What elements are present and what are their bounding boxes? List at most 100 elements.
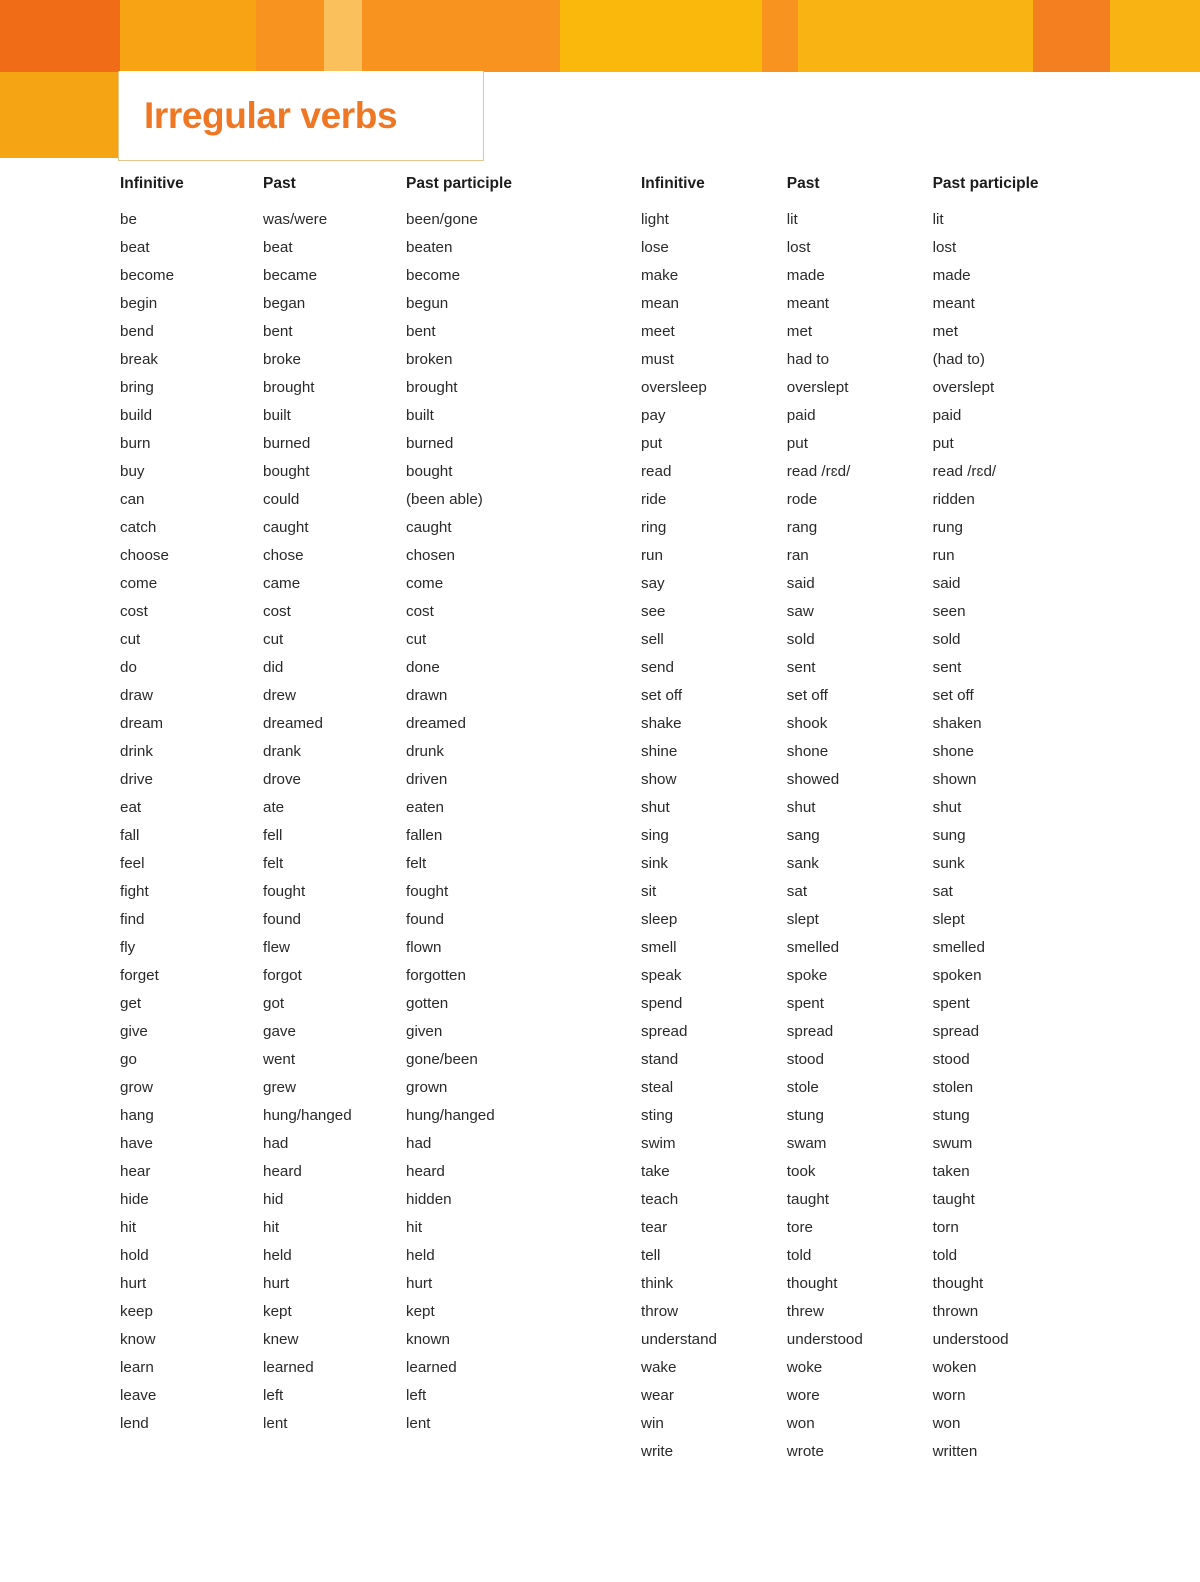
cell-infinitive: lose bbox=[641, 239, 669, 257]
cell-past-participle: become bbox=[406, 267, 461, 285]
cell-infinitive: leave bbox=[120, 1387, 157, 1405]
cell-past-participle: smelled bbox=[932, 939, 985, 957]
cell-past-participle: set off bbox=[932, 687, 974, 705]
cell-infinitive: sing bbox=[641, 827, 669, 845]
verbs-table-right: Infinitive Past Past participle light lit… bbox=[641, 175, 1161, 1466]
cell-infinitive: make bbox=[641, 267, 679, 285]
table-row: begin began begun bbox=[120, 290, 630, 318]
table-row: write wrote written bbox=[641, 1438, 1161, 1466]
table-row: know knew known bbox=[120, 1326, 630, 1354]
table-row: burn burned burned bbox=[120, 430, 630, 458]
table-row: shut shut shut bbox=[641, 794, 1161, 822]
cell-infinitive: show bbox=[641, 771, 677, 789]
cell-infinitive: run bbox=[641, 547, 663, 565]
cell-infinitive: feel bbox=[120, 855, 145, 873]
cell-infinitive: become bbox=[120, 267, 175, 285]
table-row: become became become bbox=[120, 262, 630, 290]
cell-past: grew bbox=[263, 1079, 296, 1097]
cell-infinitive: sell bbox=[641, 631, 664, 649]
banner-stripe bbox=[256, 0, 324, 72]
cell-past-participle: fallen bbox=[406, 827, 443, 845]
banner-stripe bbox=[0, 0, 120, 72]
cell-infinitive: pay bbox=[641, 407, 666, 425]
cell-infinitive: keep bbox=[120, 1303, 153, 1321]
cell-past: felt bbox=[263, 855, 284, 873]
cell-past: stood bbox=[786, 1051, 824, 1069]
table-row: grow grew grown bbox=[120, 1074, 630, 1102]
cell-past-participle: given bbox=[406, 1023, 443, 1041]
cell-past: sank bbox=[786, 855, 819, 873]
verbs-body-right: light lit lit lose lost lost make made made mean m… bbox=[641, 206, 1161, 1466]
cell-past: sent bbox=[786, 659, 816, 677]
cell-infinitive: spread bbox=[641, 1023, 688, 1041]
cell-past-participle: had bbox=[406, 1135, 432, 1153]
cell-past-participle: cost bbox=[406, 603, 434, 621]
cell-past: flew bbox=[263, 939, 291, 957]
table-row: mean meant meant bbox=[641, 290, 1161, 318]
cell-past-participle: put bbox=[932, 435, 954, 453]
cell-infinitive: steal bbox=[641, 1079, 674, 1097]
table-row: see saw seen bbox=[641, 598, 1161, 626]
cell-past: caught bbox=[263, 519, 309, 537]
banner-stripe bbox=[560, 0, 762, 72]
cell-past-participle: worn bbox=[932, 1387, 966, 1405]
cell-past-participle: meant bbox=[932, 295, 975, 313]
cell-past: was/were bbox=[263, 211, 328, 229]
cell-past-participle: stood bbox=[932, 1051, 970, 1069]
cell-past-participle: won bbox=[932, 1415, 961, 1433]
cell-infinitive: drink bbox=[120, 743, 153, 761]
cell-infinitive: do bbox=[120, 659, 137, 677]
cell-infinitive: drive bbox=[120, 771, 153, 789]
cell-past: shook bbox=[786, 715, 828, 733]
cell-infinitive: lend bbox=[120, 1415, 149, 1433]
cell-infinitive: fight bbox=[120, 883, 149, 901]
table-row: draw drew drawn bbox=[120, 682, 630, 710]
cell-past-participle: brought bbox=[406, 379, 458, 397]
table-row: cut cut cut bbox=[120, 626, 630, 654]
cell-past: could bbox=[263, 491, 300, 509]
cell-past-participle: spent bbox=[932, 995, 970, 1013]
cell-infinitive: throw bbox=[641, 1303, 679, 1321]
cell-infinitive: speak bbox=[641, 967, 682, 985]
cell-infinitive: tear bbox=[641, 1219, 668, 1237]
cell-past: saw bbox=[786, 603, 814, 621]
cell-past-participle: gotten bbox=[406, 995, 449, 1013]
cell-past: became bbox=[263, 267, 318, 285]
cell-past-participle: flown bbox=[406, 939, 442, 957]
cell-infinitive: ring bbox=[641, 519, 667, 537]
table-row: give gave given bbox=[120, 1018, 630, 1046]
table-row: cost cost cost bbox=[120, 598, 630, 626]
table-row: wake woke woken bbox=[641, 1354, 1161, 1382]
table-row: have had had bbox=[120, 1130, 630, 1158]
cell-past-participle: drunk bbox=[406, 743, 444, 761]
cell-infinitive: forget bbox=[120, 967, 159, 985]
cell-past: took bbox=[786, 1163, 816, 1181]
cell-past: stung bbox=[786, 1107, 824, 1125]
table-row: ring rang rung bbox=[641, 514, 1161, 542]
verb-tables: Infinitive Past Past participle be was/we… bbox=[0, 175, 1200, 1466]
table-row: beat beat beaten bbox=[120, 234, 630, 262]
table-row: feel felt felt bbox=[120, 850, 630, 878]
cell-past-participle: gone/been bbox=[406, 1051, 478, 1069]
cell-past: wore bbox=[786, 1387, 820, 1405]
cell-past-participle: sunk bbox=[932, 855, 965, 873]
cell-past: left bbox=[263, 1387, 284, 1405]
cell-past-participle: bought bbox=[406, 463, 453, 481]
table-row: sit sat sat bbox=[641, 878, 1161, 906]
table-row: say said said bbox=[641, 570, 1161, 598]
cell-past: woke bbox=[786, 1359, 823, 1377]
table-row: sell sold sold bbox=[641, 626, 1161, 654]
cell-infinitive: take bbox=[641, 1163, 670, 1181]
cell-infinitive: oversleep bbox=[641, 379, 707, 397]
cell-past-participle: hidden bbox=[406, 1191, 452, 1209]
cell-past-participle: drawn bbox=[406, 687, 448, 705]
cell-past: wrote bbox=[786, 1443, 824, 1461]
cell-infinitive: bring bbox=[120, 379, 154, 397]
cell-infinitive: light bbox=[641, 211, 669, 229]
table-row: set off set off set off bbox=[641, 682, 1161, 710]
page-title: Irregular verbs bbox=[144, 94, 398, 136]
table-row: drive drove driven bbox=[120, 766, 630, 794]
cell-past: told bbox=[786, 1247, 812, 1265]
cell-infinitive: write bbox=[641, 1443, 674, 1461]
cell-past: drove bbox=[263, 771, 301, 789]
